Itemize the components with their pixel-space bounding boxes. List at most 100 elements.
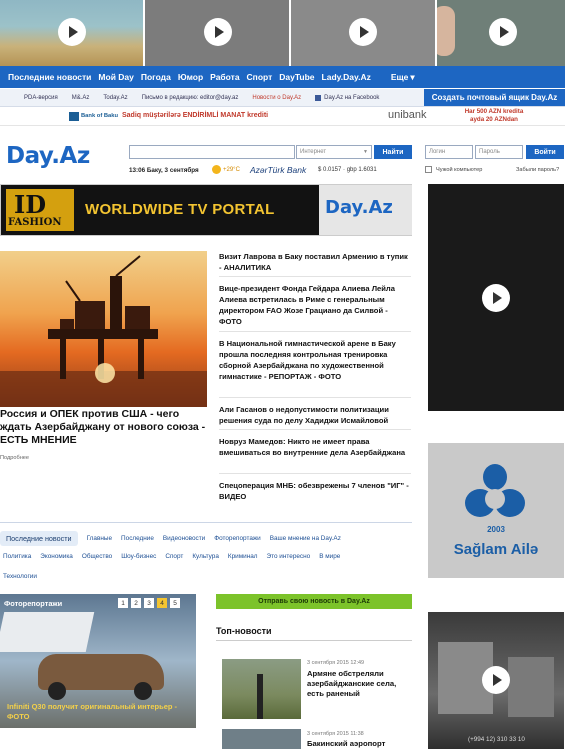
- nav-item[interactable]: Последние новости: [8, 72, 91, 82]
- news-item[interactable]: Визит Лаврова в Баку поставил Армению в …: [219, 251, 411, 273]
- nav-item[interactable]: DayTube: [279, 72, 314, 82]
- category-link[interactable]: Технологии: [3, 573, 37, 580]
- password-input[interactable]: Пароль: [475, 145, 523, 159]
- category-link[interactable]: Спорт: [165, 553, 183, 560]
- bank-label: AzərTürk Bank: [250, 165, 307, 175]
- news-item[interactable]: Вице-президент Фонда Гейдара Алиева Лейл…: [219, 283, 411, 327]
- banner-brand-box: Day.Az: [319, 185, 412, 235]
- category-link[interactable]: Экономика: [40, 553, 73, 560]
- play-icon[interactable]: [204, 18, 232, 46]
- category-tabs-row: Технологии: [3, 573, 46, 580]
- top-news-headline[interactable]: Бакинский аэропорт: [307, 739, 411, 748]
- search-scope-select[interactable]: Интернет ▼: [296, 145, 372, 159]
- pager-button[interactable]: 2: [131, 598, 141, 608]
- bank-headline: Sadiq müştərilərə ENDİRİMLİ MANAT kredit…: [122, 112, 269, 119]
- category-link[interactable]: Это интересно: [267, 553, 311, 560]
- bank-brand: Bank of Baku: [81, 113, 119, 119]
- bank-offer-line: ayda 20 AZNdan: [470, 116, 518, 123]
- hotel-building: [508, 657, 554, 717]
- top-news-headline[interactable]: Армяне обстреляли азербайджанские села, …: [307, 669, 411, 699]
- category-link[interactable]: Культура: [192, 553, 219, 560]
- forgot-password-link[interactable]: Забыли пароль?: [516, 167, 559, 173]
- search-input[interactable]: [129, 145, 295, 159]
- tab-item[interactable]: Фоторепортажи: [214, 535, 260, 542]
- tab-item[interactable]: Видеоновости: [163, 535, 205, 542]
- category-link[interactable]: В мире: [319, 553, 340, 560]
- top-news-thumb[interactable]: [222, 659, 301, 719]
- bank-offer-line: Har 500 AZN kredita: [464, 108, 524, 115]
- send-news-button[interactable]: Отправь свою новость в Day.Az: [216, 594, 412, 609]
- pager-button[interactable]: 1: [118, 598, 128, 608]
- video-thumb-4[interactable]: [437, 0, 565, 66]
- tab-item[interactable]: Последние: [121, 535, 154, 542]
- sub-nav-item[interactable]: Day.Az на Facebook: [324, 95, 379, 101]
- video-thumb-2[interactable]: [145, 0, 289, 66]
- sub-nav-item[interactable]: PDA-версия: [24, 95, 58, 101]
- tab-latest-news[interactable]: Последние новости: [0, 530, 78, 546]
- pager-button-active[interactable]: 4: [157, 598, 167, 608]
- news-item[interactable]: В Национальной гимнастической арене в Ба…: [219, 338, 411, 382]
- play-icon[interactable]: [482, 666, 510, 694]
- category-link[interactable]: Шоу-бизнес: [121, 553, 156, 560]
- sun-icon: [212, 165, 221, 174]
- search-scope-label: Интернет: [300, 149, 327, 155]
- chevron-down-icon[interactable]: ▾: [410, 72, 414, 83]
- nav-item-more[interactable]: Еще: [391, 72, 409, 82]
- news-divider: [219, 473, 411, 474]
- news-divider: [219, 397, 411, 398]
- bank-banner[interactable]: Bank of Baku Sadiq müştərilərə ENDİRİMLİ…: [0, 108, 565, 126]
- login-input[interactable]: Логин: [425, 145, 473, 159]
- hotel-phone: (+994 12) 310 33 10: [468, 736, 525, 743]
- category-link[interactable]: Общество: [82, 553, 112, 560]
- play-icon[interactable]: [349, 18, 377, 46]
- banner-slogan: WORLDWIDE TV PORTAL: [85, 201, 275, 218]
- chevron-down-icon: ▼: [363, 149, 368, 155]
- sub-nav-item[interactable]: Today.Az: [103, 95, 127, 101]
- video-thumb-1[interactable]: [0, 0, 143, 66]
- sub-nav-item[interactable]: Письмо в редакцию: editor@day.az: [142, 95, 239, 101]
- banner-brand: Day.Az: [325, 197, 393, 218]
- photo-report-caption[interactable]: Infiniti Q30 получит оригинальный интерь…: [7, 702, 193, 722]
- read-more-link[interactable]: Подробнее: [0, 455, 29, 461]
- pager-button[interactable]: 5: [170, 598, 180, 608]
- id-fashion-banner[interactable]: ID FASHION WORLDWIDE TV PORTAL Day.Az: [0, 184, 412, 236]
- foreign-computer-checkbox[interactable]: [425, 166, 432, 173]
- tab-item[interactable]: Ваше мнение на Day.Az: [270, 535, 341, 542]
- bank-offer: Har 500 AZN kredita ayda 20 AZNdan: [449, 108, 539, 124]
- nav-item[interactable]: Lady.Day.Az: [322, 72, 371, 82]
- nav-item[interactable]: Работа: [210, 72, 239, 82]
- hand-image: [437, 6, 455, 56]
- top-news-time: 3 сентября 2015 11:38: [307, 731, 364, 737]
- photo-report[interactable]: Фоторепортажи 1 2 3 4 5 Infiniti Q30 пол…: [0, 594, 196, 728]
- video-thumb-3[interactable]: [291, 0, 435, 66]
- nav-item[interactable]: Мой Day: [98, 72, 133, 82]
- news-item[interactable]: Новруз Мамедов: Никто не имеет права вме…: [219, 436, 411, 458]
- play-icon[interactable]: [482, 284, 510, 312]
- search-button[interactable]: Найти: [374, 145, 412, 159]
- pager-button[interactable]: 3: [144, 598, 154, 608]
- main-story-headline[interactable]: Россия и ОПЕК против США - чего ждать Аз…: [0, 408, 207, 447]
- nav-item[interactable]: Погода: [141, 72, 171, 82]
- sidebar-video[interactable]: [428, 184, 564, 411]
- login-button[interactable]: Войти: [526, 145, 564, 159]
- category-link[interactable]: Политика: [3, 553, 31, 560]
- play-icon[interactable]: [58, 18, 86, 46]
- news-item[interactable]: Спецоперация МНБ: обезврежены 7 членов "…: [219, 480, 411, 502]
- play-icon[interactable]: [489, 18, 517, 46]
- tab-item[interactable]: Главные: [87, 535, 112, 542]
- top-news-thumb[interactable]: [222, 729, 301, 749]
- site-logo[interactable]: Day.Az: [6, 143, 90, 169]
- sidebar-hotel-video[interactable]: (+994 12) 310 33 10: [428, 612, 564, 749]
- nav-item[interactable]: Юмор: [178, 72, 203, 82]
- category-link[interactable]: Криминал: [228, 553, 258, 560]
- main-story-image[interactable]: [0, 251, 207, 407]
- facebook-icon: [315, 94, 322, 101]
- sub-nav-item[interactable]: Новости о Day.Az: [252, 95, 301, 101]
- news-item[interactable]: Али Гасанов о недопустимости политизации…: [219, 404, 411, 426]
- sub-nav-item[interactable]: M&.Az: [72, 95, 90, 101]
- nav-item[interactable]: Спорт: [247, 72, 273, 82]
- create-mailbox-button[interactable]: Создать почтовый ящик Day.Az: [424, 89, 565, 106]
- bank-logo-icon: [69, 112, 79, 121]
- saglam-aile-ad[interactable]: 2003 Sağlam Ailə: [428, 443, 564, 578]
- foreign-computer-label: Чужой компьютер: [436, 167, 483, 173]
